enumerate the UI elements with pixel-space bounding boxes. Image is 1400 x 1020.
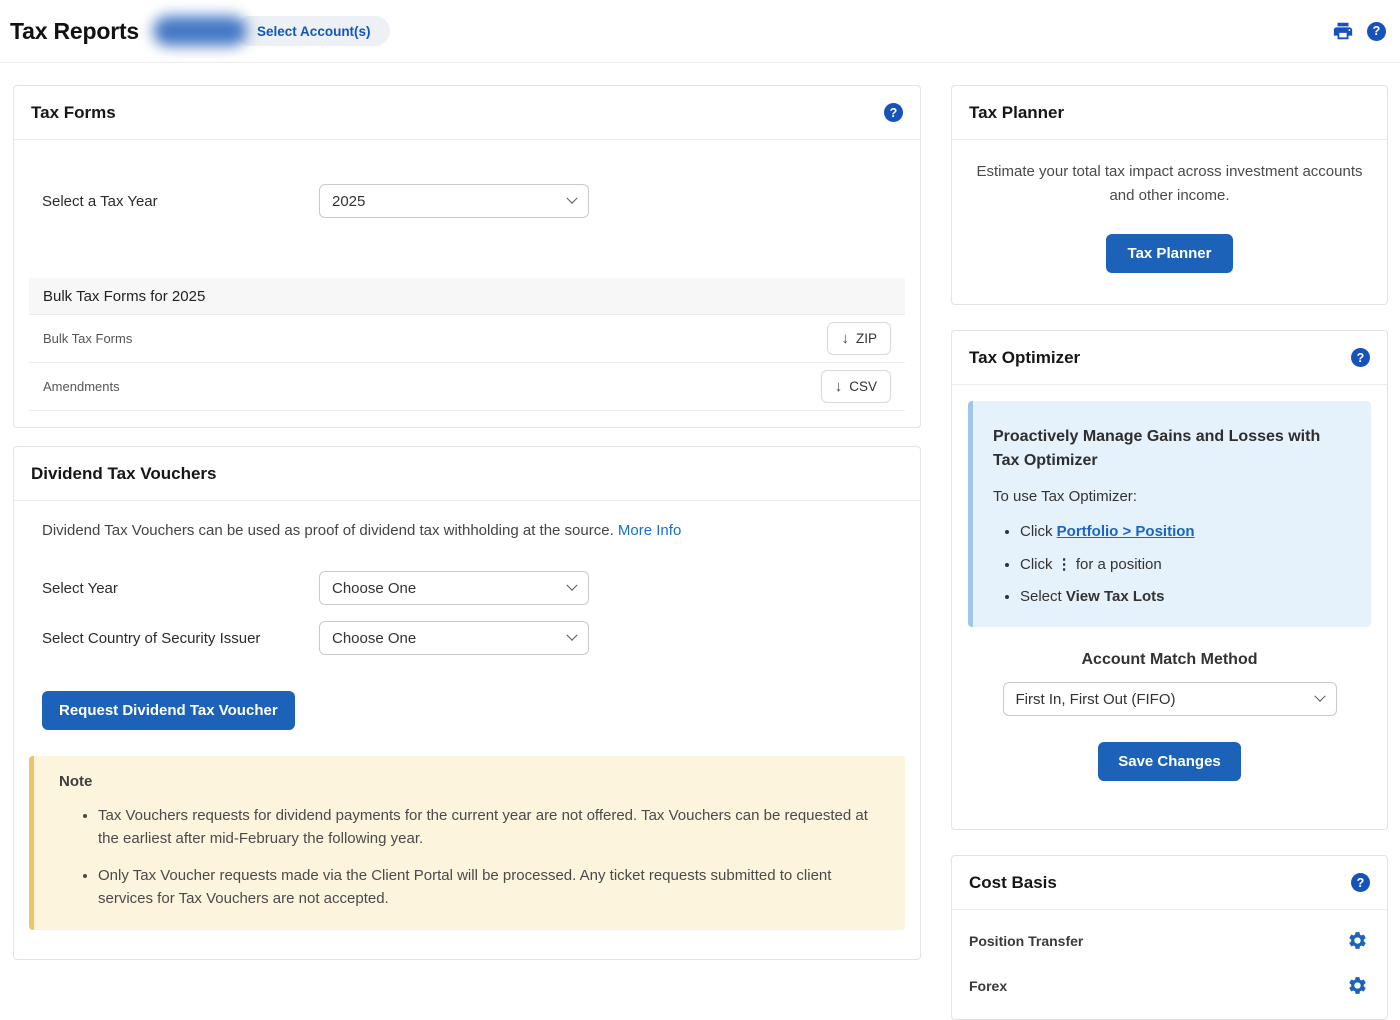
page-help-icon[interactable]: ? (1367, 22, 1386, 41)
chevron-down-icon (566, 580, 577, 591)
kebab-menu-icon: ⋮ (1057, 556, 1072, 573)
forex-label: Forex (969, 978, 1007, 994)
tax-year-label: Select a Tax Year (29, 193, 319, 210)
right-column: Tax Planner Estimate your total tax impa… (951, 85, 1388, 1020)
optimizer-info-title: Proactively Manage Gains and Losses with… (993, 425, 1351, 473)
chevron-down-icon (566, 630, 577, 641)
request-voucher-button[interactable]: Request Dividend Tax Voucher (42, 691, 295, 730)
note-title: Note (59, 773, 873, 790)
tax-optimizer-body: Proactively Manage Gains and Losses with… (952, 385, 1387, 829)
tax-planner-body: Estimate your total tax impact across in… (952, 140, 1387, 304)
bulk-forms-label: Bulk Tax Forms (43, 331, 132, 346)
optimizer-step-2: Click ⋮ for a position (1020, 555, 1351, 573)
more-info-link[interactable]: More Info (618, 522, 681, 539)
note-box: Note Tax Vouchers requests for dividend … (29, 756, 905, 930)
download-icon: ↓ (835, 379, 843, 394)
cost-basis-title: Cost Basis (969, 873, 1057, 893)
tax-planner-header: Tax Planner (952, 86, 1387, 140)
tax-forms-help-icon[interactable]: ? (884, 103, 903, 122)
tax-optimizer-header: Tax Optimizer ? (952, 331, 1387, 385)
table-row: Position Transfer (969, 918, 1370, 963)
note-item: Tax Vouchers requests for dividend payme… (98, 805, 873, 850)
note-list: Tax Vouchers requests for dividend payme… (59, 805, 873, 910)
download-zip-label: ZIP (856, 331, 877, 346)
dividend-vouchers-description: Dividend Tax Vouchers can be used as pro… (29, 522, 905, 539)
voucher-country-value: Choose One (332, 630, 416, 647)
tax-year-value: 2025 (332, 193, 365, 210)
tax-optimizer-title: Tax Optimizer (969, 348, 1080, 368)
cost-basis-body: Position Transfer Forex (952, 910, 1387, 1019)
download-zip-button[interactable]: ↓ ZIP (827, 322, 891, 355)
account-match-label: Account Match Method (968, 651, 1371, 669)
select-country-label: Select Country of Security Issuer (29, 630, 319, 647)
portfolio-position-link[interactable]: Portfolio > Position (1057, 523, 1195, 540)
tax-optimizer-help-icon[interactable]: ? (1351, 348, 1370, 367)
account-pill-redacted[interactable] (153, 16, 247, 46)
forex-gear-icon[interactable] (1347, 975, 1368, 996)
position-transfer-gear-icon[interactable] (1347, 930, 1368, 951)
optimizer-step-1: Click Portfolio > Position (1020, 523, 1351, 540)
dividend-vouchers-title: Dividend Tax Vouchers (31, 464, 216, 484)
voucher-year-value: Choose One (332, 580, 416, 597)
cost-basis-card: Cost Basis ? Position Transfer Forex (951, 855, 1388, 1020)
tax-forms-header: Tax Forms ? (14, 86, 920, 140)
cost-basis-help-icon[interactable]: ? (1351, 873, 1370, 892)
view-tax-lots-text: View Tax Lots (1066, 588, 1165, 605)
header-actions: ? (1332, 20, 1386, 42)
page-header: Tax Reports Select Account(s) ? (0, 0, 1400, 63)
voucher-country-select[interactable]: Choose One (319, 621, 589, 655)
dividend-vouchers-card: Dividend Tax Vouchers Dividend Tax Vouch… (13, 446, 921, 960)
tax-year-select[interactable]: 2025 (319, 184, 589, 218)
table-row: Bulk Tax Forms ↓ ZIP (29, 315, 905, 363)
optimizer-step-3: Select View Tax Lots (1020, 588, 1351, 605)
voucher-year-select[interactable]: Choose One (319, 571, 589, 605)
position-transfer-label: Position Transfer (969, 933, 1083, 949)
download-csv-button[interactable]: ↓ CSV (821, 370, 891, 403)
dividend-vouchers-body: Dividend Tax Vouchers can be used as pro… (14, 522, 920, 959)
table-row: Amendments ↓ CSV (29, 363, 905, 411)
save-changes-button[interactable]: Save Changes (1098, 742, 1241, 781)
tax-planner-button[interactable]: Tax Planner (1106, 234, 1234, 273)
table-row: Forex (969, 963, 1370, 1008)
page-title: Tax Reports (10, 18, 139, 45)
bulk-section-header: Bulk Tax Forms for 2025 (29, 278, 905, 315)
chevron-down-icon (566, 193, 577, 204)
print-icon[interactable] (1332, 20, 1354, 42)
account-match-select[interactable]: First In, First Out (FIFO) (1003, 682, 1337, 716)
note-item: Only Tax Voucher requests made via the C… (98, 865, 873, 910)
bulk-tax-forms-section: Bulk Tax Forms for 2025 Bulk Tax Forms ↓… (29, 278, 905, 411)
account-match-value: First In, First Out (FIFO) (1016, 691, 1176, 708)
tax-year-row: Select a Tax Year 2025 (29, 140, 905, 278)
tax-planner-title: Tax Planner (969, 103, 1064, 123)
optimizer-info-subtitle: To use Tax Optimizer: (993, 488, 1351, 505)
optimizer-steps: Click Portfolio > Position Click ⋮ for a… (993, 523, 1351, 605)
select-year-label: Select Year (29, 580, 319, 597)
select-accounts-button[interactable]: Select Account(s) (235, 16, 390, 46)
download-csv-label: CSV (849, 379, 877, 394)
tax-forms-body: Select a Tax Year 2025 Bulk Tax Forms fo… (14, 140, 920, 427)
chevron-down-icon (1314, 691, 1325, 702)
cost-basis-header: Cost Basis ? (952, 856, 1387, 910)
content: Tax Forms ? Select a Tax Year 2025 Bulk … (0, 63, 1400, 1020)
tax-optimizer-card: Tax Optimizer ? Proactively Manage Gains… (951, 330, 1388, 830)
download-icon: ↓ (841, 331, 849, 346)
amendments-label: Amendments (43, 379, 120, 394)
left-column: Tax Forms ? Select a Tax Year 2025 Bulk … (13, 85, 921, 1020)
optimizer-info-box: Proactively Manage Gains and Losses with… (968, 401, 1371, 627)
select-country-row: Select Country of Security Issuer Choose… (29, 621, 905, 655)
account-selector: Select Account(s) (153, 16, 390, 46)
select-year-row: Select Year Choose One (29, 571, 905, 605)
tax-planner-card: Tax Planner Estimate your total tax impa… (951, 85, 1388, 305)
tax-forms-card: Tax Forms ? Select a Tax Year 2025 Bulk … (13, 85, 921, 428)
tax-planner-description: Estimate your total tax impact across in… (968, 160, 1371, 208)
dividend-vouchers-header: Dividend Tax Vouchers (14, 447, 920, 501)
tax-forms-title: Tax Forms (31, 103, 116, 123)
